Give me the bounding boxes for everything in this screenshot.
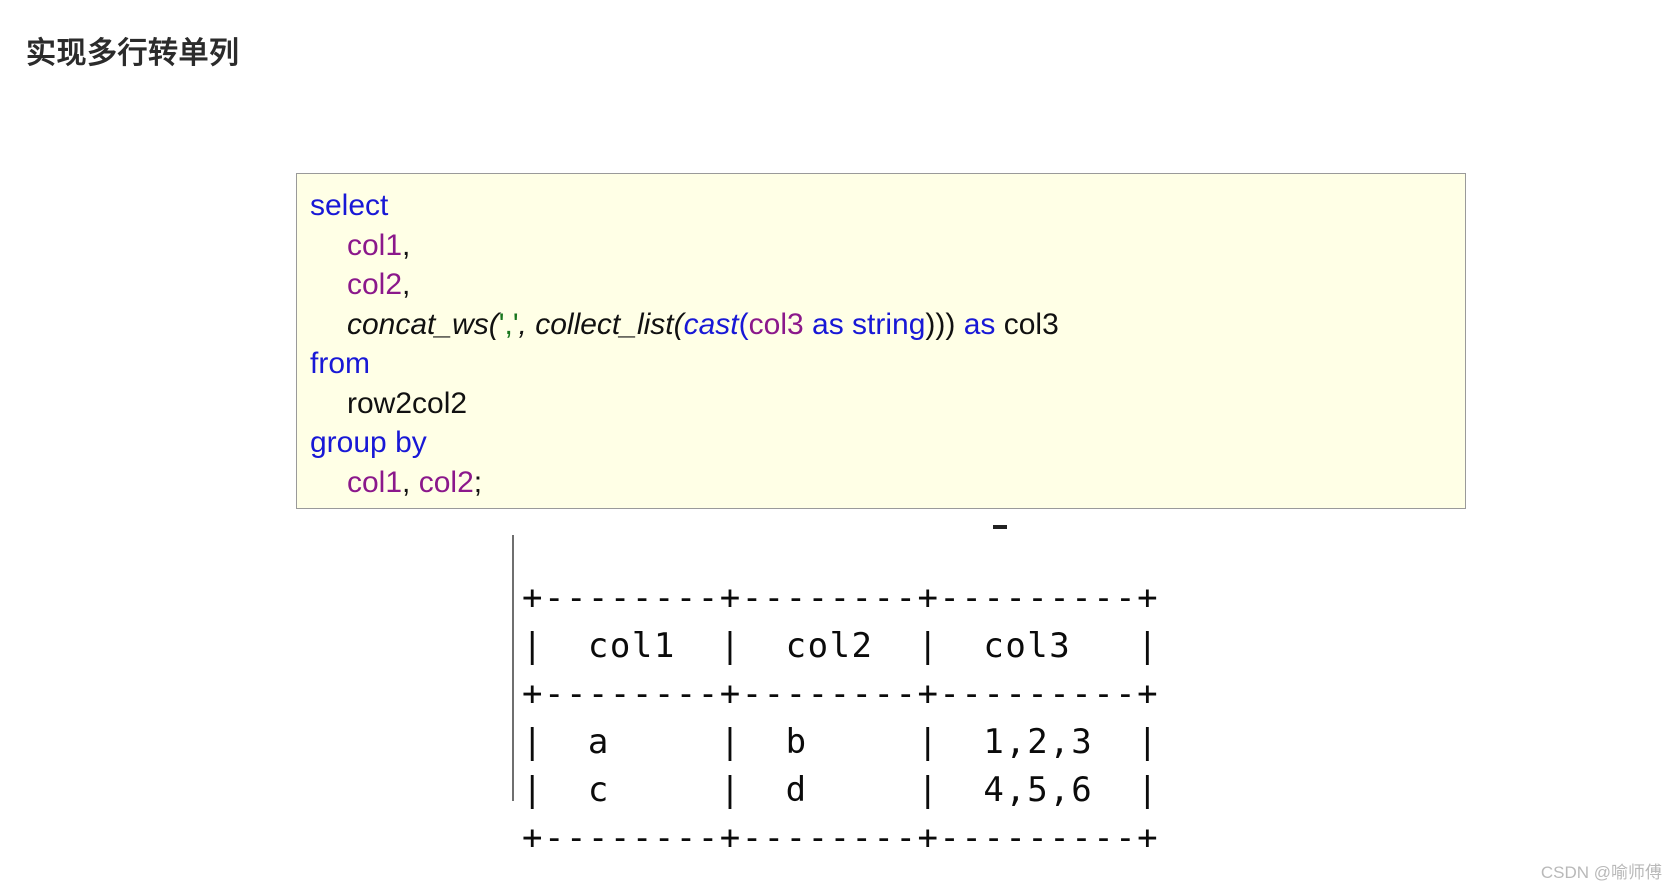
code-token: (	[738, 307, 749, 341]
code-token: col2	[418, 465, 474, 499]
code-token: group by	[310, 426, 427, 459]
code-token: select	[310, 189, 389, 222]
code-token: col2	[347, 268, 403, 301]
code-token: as string	[803, 307, 926, 341]
code-line: group by	[310, 423, 1465, 463]
code-token: ,	[402, 465, 419, 499]
code-token: collect_list	[535, 307, 674, 341]
code-line: col1, col2;	[310, 463, 1465, 503]
code-token: cast	[683, 307, 739, 341]
code-token: col3	[748, 307, 804, 341]
code-token: row2col2	[347, 386, 468, 420]
code-token: as	[955, 307, 1004, 341]
result-ascii-table: +--------+--------+---------+ | col1 | c…	[522, 578, 1160, 858]
code-token: col3	[1003, 307, 1059, 341]
code-line: select	[310, 186, 1465, 226]
code-token: ,	[402, 228, 411, 262]
stray-dash-artifact	[993, 525, 1007, 529]
code-line: row2col2	[310, 384, 1465, 424]
code-line: col2,	[310, 265, 1465, 305]
code-token: ','	[498, 307, 519, 341]
code-token: col1	[347, 465, 403, 499]
code-token: )))	[925, 307, 956, 341]
code-token: from	[310, 347, 370, 380]
code-token: concat_ws	[347, 307, 489, 341]
code-token: col1	[347, 228, 403, 262]
code-token: ,	[518, 307, 536, 341]
code-line: concat_ws(',', collect_list(cast(col3 as…	[310, 305, 1465, 345]
code-line: col1,	[310, 226, 1465, 266]
watermark: CSDN @喻师傅	[1540, 863, 1662, 882]
table-left-rule	[512, 535, 514, 801]
code-token: (	[488, 307, 499, 341]
code-lines: select col1, col2, concat_ws(',', collect_l…	[310, 186, 1465, 502]
page-title: 实现多行转单列	[26, 37, 240, 71]
code-token: (	[673, 307, 684, 341]
code-token: ,	[402, 268, 411, 301]
sql-code-block: select col1, col2, concat_ws(',', collect_l…	[296, 173, 1466, 509]
code-token: ;	[473, 465, 483, 499]
code-line: from	[310, 344, 1465, 384]
